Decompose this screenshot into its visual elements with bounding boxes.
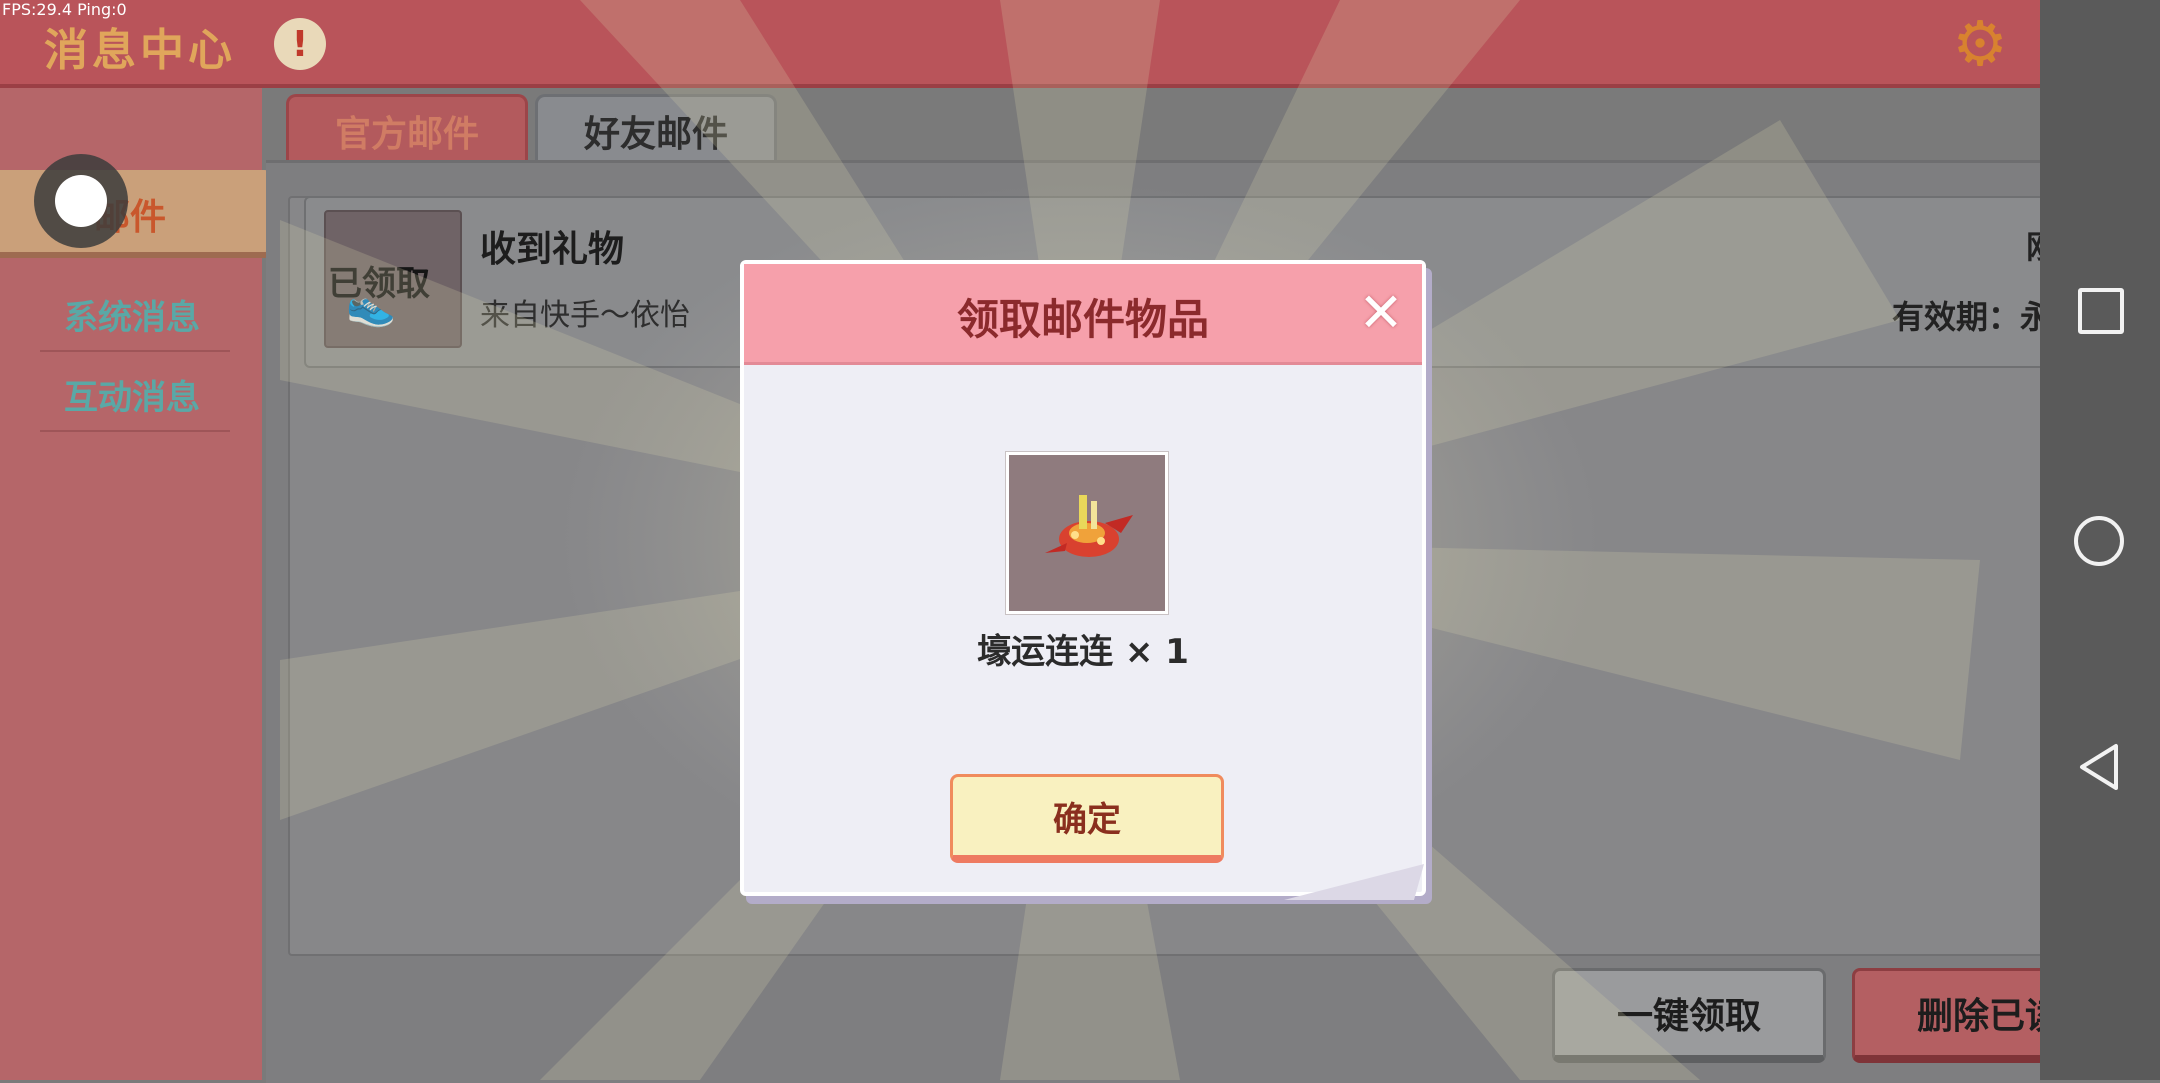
claim-dialog: 领取邮件物品 ✕ 壕运连连 × 1 确定	[740, 260, 1426, 900]
page-title: 消息中心	[44, 25, 236, 76]
game-scene: 消息中心 ! ⚙ ✕ 系统消息 互动消息 邮件 官方邮件 好友邮件 👟 已领取 …	[0, 0, 2160, 1083]
home-icon[interactable]	[2074, 516, 2124, 566]
alert-icon[interactable]: !	[274, 18, 326, 70]
item-label: 壕运连连 × 1	[977, 632, 1189, 672]
fps-readout: FPS:29.4 Ping:0	[2, 0, 127, 19]
header-bar: 消息中心 ! ⚙ ✕	[0, 0, 2132, 88]
lucky-item-icon	[1045, 495, 1133, 557]
mail-title: 收到礼物	[480, 229, 625, 270]
tab-official-mail[interactable]: 官方邮件	[286, 94, 528, 165]
tab-friend-mail[interactable]: 好友邮件	[535, 94, 777, 165]
dialog-header: 领取邮件物品 ✕	[744, 264, 1422, 365]
assist-ball-core	[55, 175, 107, 227]
sidebar-item-label: 系统消息	[64, 298, 200, 338]
sidebar-item-label: 互动消息	[64, 378, 200, 418]
claim-all-button[interactable]: 一键领取	[1552, 968, 1826, 1063]
gear-icon[interactable]: ⚙	[1950, 13, 2010, 75]
page-fold-decoration	[1284, 864, 1424, 900]
back-icon[interactable]	[2076, 742, 2126, 792]
confirm-button[interactable]: 确定	[950, 774, 1224, 863]
sidebar-item-system[interactable]: 系统消息	[40, 270, 230, 352]
sidebar-item-interaction[interactable]: 互动消息	[40, 350, 230, 432]
item-slot	[1006, 452, 1168, 614]
recent-apps-icon[interactable]	[2078, 288, 2124, 334]
mail-sender: 来自快手～依怡	[480, 298, 690, 333]
floating-assist-button[interactable]	[34, 154, 128, 248]
close-icon[interactable]: ✕	[1356, 286, 1406, 340]
status-badge: 已领取	[328, 264, 430, 304]
dialog-title: 领取邮件物品	[956, 295, 1209, 344]
